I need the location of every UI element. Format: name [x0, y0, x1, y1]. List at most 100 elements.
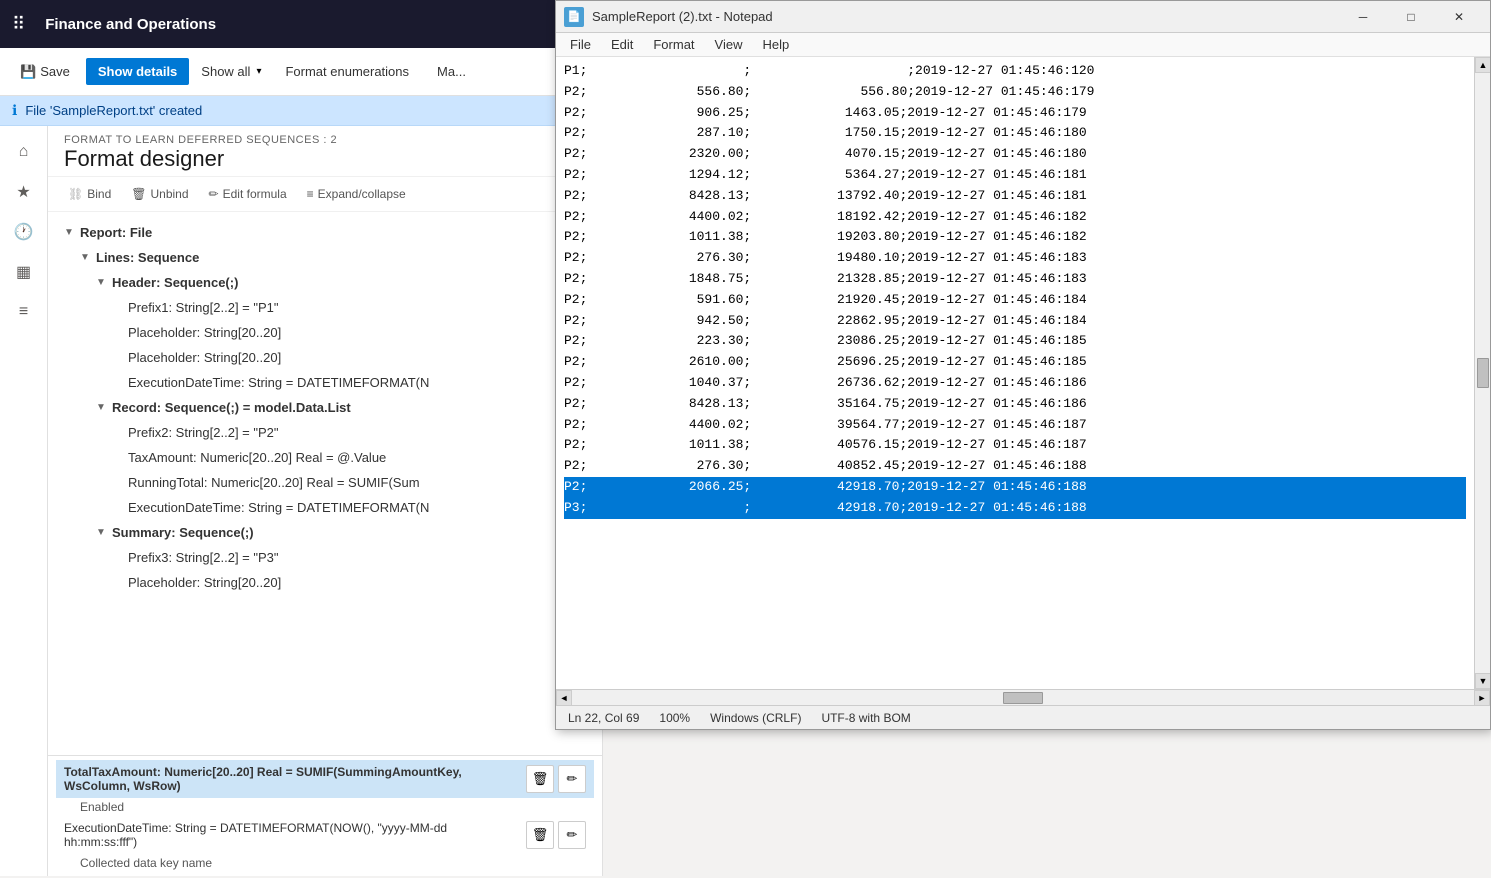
scrollbar-thumb[interactable]	[1477, 358, 1489, 388]
notepad-line: P2; 276.30; 40852.45;2019-12-27 01:45:46…	[564, 456, 1466, 477]
expand-arrow-icon: ▼	[96, 277, 112, 288]
show-details-button[interactable]: Show details	[86, 58, 189, 85]
expand-arrow-icon: ▼	[80, 252, 96, 263]
menu-format[interactable]: Format	[643, 33, 704, 56]
notepad-menubar: File Edit Format View Help	[556, 33, 1490, 57]
show-all-dropdown[interactable]: Show all ▾	[193, 60, 269, 83]
tree-container: ▼ Report: File ▼ Lines: Sequence ▼ Heade…	[48, 212, 602, 755]
notepad-text-area[interactable]: P1; ; ;2019-12-27 01:45:46:120P2; 556.80…	[556, 57, 1474, 689]
tree-row-report[interactable]: ▼ Report: File	[48, 222, 602, 243]
bottom-item-exectime3[interactable]: ExecutionDateTime: String = DATETIMEFORM…	[56, 816, 594, 854]
scroll-up-button[interactable]: ▲	[1475, 57, 1490, 73]
list-item: Prefix1: String[2..2] = "P1"	[48, 295, 602, 320]
menu-view[interactable]: View	[705, 33, 753, 56]
list-item: RunningTotal: Numeric[20..20] Real = SUM…	[48, 470, 602, 495]
delete-button[interactable]: 🗑	[526, 765, 554, 793]
save-button[interactable]: 💾 Save	[8, 58, 82, 86]
zoom-level: 100%	[659, 711, 690, 725]
tree-row-prefix3[interactable]: Prefix3: String[2..2] = "P3"	[48, 547, 602, 568]
sidebar-star-icon[interactable]: ★	[6, 174, 42, 210]
designer-toolbar: ⛓ Bind 🗑 Unbind ✏ Edit formula ≡ Expand/…	[48, 177, 602, 212]
tree-row-prefix2[interactable]: Prefix2: String[2..2] = "P2"	[48, 422, 602, 443]
sidebar-clock-icon[interactable]: 🕐	[6, 214, 42, 250]
bind-button[interactable]: ⛓ Bind	[60, 183, 119, 205]
tree-row-lines[interactable]: ▼ Lines: Sequence	[48, 247, 602, 268]
notepad-line: P3; ; 42918.70;2019-12-27 01:45:46:188	[564, 498, 1466, 519]
expand-arrow-icon: ▼	[64, 227, 80, 238]
sidebar-home-icon[interactable]: ⌂	[6, 134, 42, 170]
chain-icon: ⛓	[68, 187, 83, 201]
list-item: Prefix2: String[2..2] = "P2"	[48, 420, 602, 445]
notepad-line: P2; 1294.12; 5364.27;2019-12-27 01:45:46…	[564, 165, 1466, 186]
notification-message: File 'SampleReport.txt' created	[25, 103, 202, 118]
format-enumerations-button[interactable]: Format enumerations	[273, 58, 421, 85]
delete-button-2[interactable]: 🗑	[526, 821, 554, 849]
tree-row-exectime2[interactable]: ExecutionDateTime: String = DATETIMEFORM…	[48, 497, 602, 518]
notepad-line: P2; 4400.02; 39564.77;2019-12-27 01:45:4…	[564, 415, 1466, 436]
bottom-item-actions: 🗑 ✏	[526, 765, 586, 793]
notepad-window: 📄 SampleReport (2).txt - Notepad ─ □ ✕ F…	[555, 0, 1491, 730]
tree-row-header[interactable]: ▼ Header: Sequence(;)	[48, 272, 602, 293]
encoding: UTF-8 with BOM	[821, 711, 910, 725]
menu-help[interactable]: Help	[752, 33, 799, 56]
pencil-icon: ✏	[209, 187, 219, 201]
menu-edit[interactable]: Edit	[601, 33, 643, 56]
list-item: ▼ Record: Sequence(;) = model.Data.List	[48, 395, 602, 420]
tree-row-placeholder2[interactable]: Placeholder: String[20..20]	[48, 347, 602, 368]
notepad-line: P2; 556.80; 556.80;2019-12-27 01:45:46:1…	[564, 82, 1466, 103]
expand-collapse-button[interactable]: ≡ Expand/collapse	[299, 183, 414, 205]
bottom-panel: TotalTaxAmount: Numeric[20..20] Real = S…	[48, 755, 602, 876]
notepad-content: P1; ; ;2019-12-27 01:45:46:120P2; 556.80…	[556, 57, 1490, 689]
notepad-app-icon: 📄	[564, 7, 584, 27]
edit-formula-button[interactable]: ✏ Edit formula	[201, 183, 295, 205]
designer-header: FORMAT TO LEARN DEFERRED SEQUENCES : 2 F…	[48, 126, 602, 177]
list-item: ▼ Summary: Sequence(;)	[48, 520, 602, 545]
list-item: ExecutionDateTime: String = DATETIMEFORM…	[48, 370, 602, 395]
tree-row-placeholder1[interactable]: Placeholder: String[20..20]	[48, 322, 602, 343]
horizontal-scrollbar[interactable]: ◄ ►	[556, 689, 1490, 705]
tree-row-summary[interactable]: ▼ Summary: Sequence(;)	[48, 522, 602, 543]
tree-row-placeholder3[interactable]: Placeholder: String[20..20]	[48, 572, 602, 593]
tree-row-prefix1[interactable]: Prefix1: String[2..2] = "P1"	[48, 297, 602, 318]
scroll-down-button[interactable]: ▼	[1475, 673, 1490, 689]
list-item: Placeholder: String[20..20]	[48, 320, 602, 345]
notepad-line: P1; ; ;2019-12-27 01:45:46:120	[564, 61, 1466, 82]
minimize-button[interactable]: ─	[1340, 1, 1386, 33]
chevron-down-icon: ▾	[256, 66, 261, 77]
notepad-title: SampleReport (2).txt - Notepad	[592, 9, 1340, 24]
scroll-left-button[interactable]: ◄	[556, 690, 572, 706]
collected-data-key-field: Collected data key name	[72, 854, 594, 872]
notepad-line: P2; 8428.13; 13792.40;2019-12-27 01:45:4…	[564, 186, 1466, 207]
info-icon: ℹ	[12, 102, 17, 119]
close-button[interactable]: ✕	[1436, 1, 1482, 33]
designer-subtitle: FORMAT TO LEARN DEFERRED SEQUENCES : 2	[64, 134, 586, 146]
edit-button[interactable]: ✏	[558, 765, 586, 793]
h-scrollbar-thumb[interactable]	[1003, 692, 1043, 704]
tree-row-record[interactable]: ▼ Record: Sequence(;) = model.Data.List	[48, 397, 602, 418]
manage-button[interactable]: Ma...	[425, 58, 478, 85]
tree-row-runningtotal[interactable]: RunningTotal: Numeric[20..20] Real = SUM…	[48, 472, 602, 493]
notepad-line: P2; 223.30; 23086.25;2019-12-27 01:45:46…	[564, 331, 1466, 352]
notepad-window-controls: ─ □ ✕	[1340, 1, 1482, 33]
sidebar-list-icon[interactable]: ≡	[6, 294, 42, 330]
grid-icon[interactable]: ⠿	[12, 14, 25, 35]
trash-icon: 🗑	[131, 187, 146, 201]
notepad-line: P2; 906.25; 1463.05;2019-12-27 01:45:46:…	[564, 103, 1466, 124]
notepad-line: P2; 1040.37; 26736.62;2019-12-27 01:45:4…	[564, 373, 1466, 394]
vertical-scrollbar[interactable]: ▲ ▼	[1474, 57, 1490, 689]
expand-arrow-icon: ▼	[96, 527, 112, 538]
sidebar-table-icon[interactable]: ▦	[6, 254, 42, 290]
notepad-line: P2; 591.60; 21920.45;2019-12-27 01:45:46…	[564, 290, 1466, 311]
maximize-button[interactable]: □	[1388, 1, 1434, 33]
notepad-line: P2; 942.50; 22862.95;2019-12-27 01:45:46…	[564, 311, 1466, 332]
enabled-field: Enabled	[72, 798, 594, 816]
tree-row-taxamount[interactable]: TaxAmount: Numeric[20..20] Real = @.Valu…	[48, 447, 602, 468]
bottom-item-totaltax[interactable]: TotalTaxAmount: Numeric[20..20] Real = S…	[56, 760, 594, 798]
sidebar-icons: ⌂ ★ 🕐 ▦ ≡	[0, 126, 48, 876]
tree-row-exectime1[interactable]: ExecutionDateTime: String = DATETIMEFORM…	[48, 372, 602, 393]
menu-file[interactable]: File	[560, 33, 601, 56]
edit-button-2[interactable]: ✏	[558, 821, 586, 849]
scroll-right-button[interactable]: ►	[1474, 690, 1490, 706]
expand-icon: ≡	[307, 187, 314, 201]
unbind-button[interactable]: 🗑 Unbind	[123, 183, 196, 205]
